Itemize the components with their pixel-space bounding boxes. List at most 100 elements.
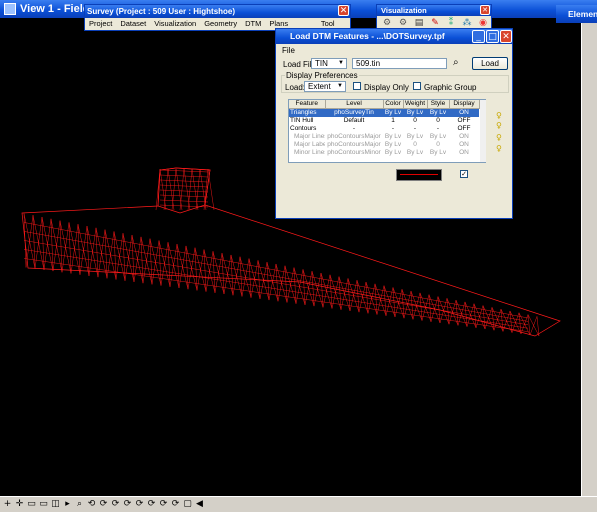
cell-level: phoContoursMinor [327,149,381,156]
cell-weight: 0 [413,117,417,124]
cell-weight: - [413,125,417,132]
chevron-down-icon: ▼ [338,60,344,66]
view-control-icon[interactable]: ▭ [27,500,36,509]
display-checkbox[interactable]: ✓ [460,170,468,178]
view-control-icon[interactable]: ⟳ [147,500,156,509]
survey-title[interactable]: Survey (Project : 509 User : Hightshoe) [85,5,350,18]
table-row[interactable]: Minor Lines phoContoursMinor By Lv By Lv By … [289,149,479,157]
cell-level: phoContoursMajor [327,141,381,148]
menu-item-project[interactable]: Project [85,18,116,30]
cell-weight: By Lv [403,108,427,117]
menu-item-geometry[interactable]: Geometry [200,18,241,30]
cell-weight: By Lv [406,149,424,156]
vertical-scrollbar[interactable] [581,18,597,496]
survey-close-button[interactable]: ✕ [338,5,349,16]
table-row[interactable]: Triangles phoSurveyTin By Lv By Lv By Lv ON [289,108,479,117]
view-control-icon[interactable]: ⟳ [159,500,168,509]
load-button[interactable]: Load [472,57,508,70]
table-scrollbar[interactable] [480,100,486,162]
cell-level: phoContoursMajor [327,133,381,140]
lightbulb-icon[interactable]: ♀ [496,144,504,153]
cell-style: By Lv [429,133,447,140]
cell-level: Default [343,117,365,124]
cell-display: ON [459,141,469,148]
cell-level: - [352,125,356,132]
cell-color: - [391,125,395,132]
view-control-icon[interactable]: ⟳ [111,500,120,509]
menu-item-dtm[interactable]: DTM [241,18,265,30]
column-header-color[interactable]: Color [383,100,404,109]
view-control-icon[interactable]: ◫ [51,500,60,509]
view-control-bar: + ✛ ▭ ▭ ◫ ▸ ⌕ ⟲ ⟳ ⟳ ⟳ ⟳ ⟳ ⟳ ⟳ ▢ ◀ [0,496,597,512]
cell-color: By Lv [384,133,402,140]
cell-feature: Major Label [294,141,325,148]
load-mode-select[interactable]: Extent ▼ [304,81,346,92]
cell-feature: Minor Lines [294,149,325,156]
lightbulb-icon[interactable]: ♀ [496,111,504,120]
view-control-icon[interactable]: ▸ [63,500,72,509]
cell-style: 0 [436,117,440,124]
menu-item-visualization[interactable]: Visualization [150,18,200,30]
visualization-toolbox: Visualization ✕ ⚙ ⚙ ▤ ✎ ⁑ ⁂ ◉ [376,4,492,31]
column-header-level[interactable]: Level [325,100,384,109]
load-label: Load: [285,83,306,92]
cell-display: ON [449,108,479,117]
graphic-group-label: Graphic Group [424,83,477,92]
table-row[interactable]: Contours - - - - OFF [289,125,479,133]
cell-display: OFF [457,117,471,124]
cell-level: phoSurveyTin [325,108,383,117]
cell-color: 1 [391,117,395,124]
line-style-preview [400,174,438,175]
cell-style: By Lv [429,149,447,156]
view-control-icon[interactable]: ⟳ [171,500,180,509]
view-control-icon[interactable]: ✛ [15,500,24,509]
load-file-type-select[interactable]: TIN ▼ [311,58,347,69]
cell-style: 0 [436,141,440,148]
cell-weight: By Lv [406,133,424,140]
view-control-icon[interactable]: ▢ [183,500,192,509]
cell-feature: Major Lines [294,133,325,140]
cell-style: By Lv [427,108,449,117]
load-dtm-features-dialog: Load DTM Features - ...\DOTSurvey.tpf _ … [275,28,513,219]
cell-style: - [436,125,440,132]
view-control-icon[interactable]: ⟳ [99,500,108,509]
view-control-icon[interactable]: ⌕ [75,500,84,509]
file-menu[interactable]: File [282,46,295,55]
element-title[interactable]: Element [556,5,597,23]
column-header-weight[interactable]: Weight [403,100,428,109]
view-control-icon[interactable]: ⟳ [135,500,144,509]
view-control-icon[interactable]: + [3,500,12,509]
display-preferences-label: Display Preferences [285,71,359,80]
cell-feature: Contours [290,125,317,132]
table-row[interactable]: TIN Hull Default 1 0 0 OFF [289,117,479,125]
load-file-input[interactable]: 509.tin [352,58,447,69]
cell-feature: TIN Hull [290,117,314,124]
cell-feature: Triangles [289,108,325,117]
minimize-button[interactable]: _ [472,30,485,43]
column-header-display[interactable]: Display [449,100,480,109]
column-header-feature[interactable]: Feature [289,100,326,109]
column-header-style[interactable]: Style [427,100,450,109]
visualization-title[interactable]: Visualization [377,5,491,16]
table-row[interactable]: Major Lines phoContoursMajor By Lv By Lv By … [289,133,479,141]
color-swatch[interactable] [396,169,442,181]
lightbulb-icon[interactable]: ♀ [496,121,504,130]
feature-table: Feature Level Color Weight Style Display Tria… [288,99,486,163]
display-only-checkbox[interactable] [353,82,361,90]
graphic-group-checkbox[interactable] [413,82,421,90]
menu-item-dataset[interactable]: Dataset [116,18,150,30]
view-icon [4,3,16,15]
close-button[interactable]: ✕ [500,30,512,43]
cell-weight: 0 [413,141,417,148]
search-icon[interactable]: ⌕ [453,57,459,68]
cell-display: OFF [457,125,471,132]
maximize-button[interactable]: □ [486,30,499,43]
view-control-icon[interactable]: ⟳ [123,500,132,509]
cell-color: By Lv [384,149,402,156]
table-row[interactable]: Major Label phoContoursMajor By Lv 0 0 ON [289,141,479,149]
visualization-close-button[interactable]: ✕ [480,5,490,15]
lightbulb-icon[interactable]: ♀ [496,133,504,142]
view-control-icon[interactable]: ▭ [39,500,48,509]
view-control-icon[interactable]: ⟲ [87,500,96,509]
view-control-icon[interactable]: ◀ [195,500,204,509]
